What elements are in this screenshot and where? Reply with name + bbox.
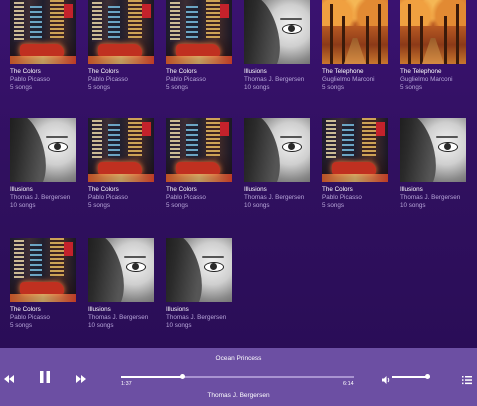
album-title: The Colors [10,68,41,75]
progress-handle[interactable] [179,374,185,379]
previous-button[interactable] [3,372,15,384]
queue-button[interactable] [462,372,472,385]
album-title: Illusions [166,306,189,313]
album-song-count: 10 songs [166,322,192,329]
city-night-cover [88,118,154,182]
album-song-count: 5 songs [322,202,345,209]
now-playing-artist: Thomas J. Bergersen [207,392,270,399]
city-night-cover [166,0,232,64]
album-song-count: 5 songs [88,202,111,209]
album-title: Illusions [244,186,267,193]
album-tile[interactable]: The Colors Pablo Picasso 5 songs [88,0,158,92]
album-tile[interactable]: Illusions Thomas J. Bergersen 10 songs [88,238,158,330]
album-song-count: 5 songs [166,202,189,209]
queue-list-icon [462,376,472,385]
album-title: The Telephone [322,68,364,75]
album-artist: Pablo Picasso [166,76,206,83]
album-tile[interactable]: The Colors Pablo Picasso 5 songs [166,0,236,92]
album-title: The Colors [166,68,197,75]
pause-icon [40,371,50,383]
album-song-count: 5 songs [10,84,33,91]
total-duration: 6:14 [343,381,354,387]
next-button[interactable] [75,372,87,384]
album-title: The Colors [88,186,119,193]
album-tile[interactable]: The Telephone Guglielmo Marconi 5 songs [322,0,392,92]
album-tile[interactable]: The Telephone Guglielmo Marconi 5 songs [400,0,470,92]
album-tile[interactable]: Illusions Thomas J. Bergersen 10 songs [244,118,314,210]
album-artist: Pablo Picasso [88,76,128,83]
album-title: The Colors [322,186,353,193]
volume-icon [382,376,390,384]
album-artist: Guglielmo Marconi [322,76,375,83]
album-song-count: 10 songs [400,202,426,209]
album-tile[interactable]: Illusions Thomas J. Bergersen 10 songs [400,118,470,210]
album-title: The Colors [10,306,41,313]
album-title: Illusions [400,186,423,193]
album-artist: Thomas J. Bergersen [10,194,71,201]
album-tile[interactable]: The Colors Pablo Picasso 5 songs [10,0,80,92]
player-bar: Ocean Princess 1:37 6:14 Thomas J. Berge… [0,348,477,406]
next-icon [76,375,86,383]
autumn-trees-cover [322,0,388,64]
album-song-count: 5 songs [10,322,33,329]
album-song-count: 5 songs [400,84,423,91]
city-night-cover [166,118,232,182]
album-artist: Thomas J. Bergersen [244,194,305,201]
progress-fill [121,376,182,378]
album-artist: Thomas J. Bergersen [400,194,461,201]
album-artist: Pablo Picasso [10,76,50,83]
pause-button[interactable] [38,370,52,384]
face-cover [166,238,232,302]
face-cover [244,118,310,182]
album-artist: Pablo Picasso [322,194,362,201]
album-song-count: 10 songs [10,202,36,209]
album-tile[interactable]: The Colors Pablo Picasso 5 songs [166,118,236,210]
album-tile[interactable]: Illusions Thomas J. Bergersen 10 songs [10,118,80,210]
album-tile[interactable]: The Colors Pablo Picasso 5 songs [88,118,158,210]
city-night-cover [322,118,388,182]
album-artist: Thomas J. Bergersen [244,76,305,83]
autumn-trees-cover [400,0,466,64]
album-tile[interactable]: Illusions Thomas J. Bergersen 10 songs [244,0,314,92]
previous-icon [4,375,14,383]
album-title: The Colors [166,186,197,193]
face-cover [244,0,310,64]
album-artist: Thomas J. Bergersen [88,314,149,321]
city-night-cover [88,0,154,64]
now-playing-title: Ocean Princess [215,355,262,362]
face-cover [10,118,76,182]
album-tile[interactable]: The Colors Pablo Picasso 5 songs [10,238,80,330]
album-artist: Pablo Picasso [10,314,50,321]
city-night-cover [10,238,76,302]
elapsed-time: 1:37 [121,381,132,387]
album-song-count: 5 songs [88,84,111,91]
album-title: Illusions [244,68,267,75]
album-artist: Pablo Picasso [88,194,128,201]
album-artist: Guglielmo Marconi [400,76,453,83]
album-song-count: 10 songs [244,202,270,209]
face-cover [400,118,466,182]
album-grid: The Colors Pablo Picasso 5 songs The Colors… [0,0,477,348]
album-song-count: 5 songs [166,84,189,91]
album-song-count: 10 songs [88,322,114,329]
album-song-count: 10 songs [244,84,270,91]
album-artist: Thomas J. Bergersen [166,314,227,321]
album-title: Illusions [88,306,111,313]
album-title: The Colors [88,68,119,75]
album-tile[interactable]: Illusions Thomas J. Bergersen 10 songs [166,238,236,330]
album-artist: Pablo Picasso [166,194,206,201]
volume-handle[interactable] [424,374,430,379]
progress-slider[interactable] [121,374,354,379]
city-night-cover [10,0,76,64]
volume-slider[interactable] [392,374,430,379]
volume-button[interactable] [381,372,391,384]
album-song-count: 5 songs [322,84,345,91]
album-tile[interactable]: The Colors Pablo Picasso 5 songs [322,118,392,210]
album-title: Illusions [10,186,33,193]
album-title: The Telephone [400,68,442,75]
volume-fill [392,376,427,378]
face-cover [88,238,154,302]
